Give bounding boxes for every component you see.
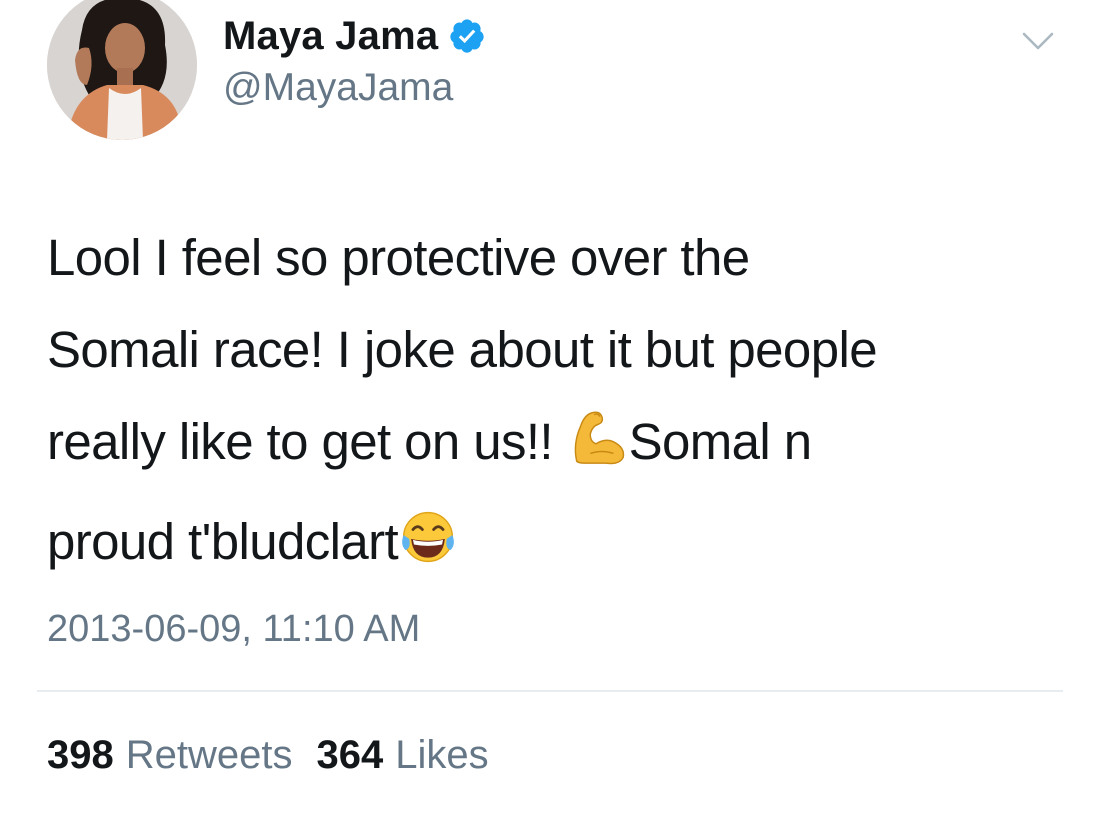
user-handle[interactable]: @MayaJama [223, 66, 453, 110]
divider [37, 690, 1063, 692]
retweets-stat[interactable]: 398 Retweets [47, 733, 293, 778]
tweet-text-segment: really like to get on us!! [47, 413, 567, 470]
flexed-biceps-icon [567, 404, 629, 496]
tweet-text-segment: proud t'bludclart [47, 513, 399, 570]
verified-badge-icon [448, 17, 486, 55]
tweet-text-line: proud t'bludclart [47, 496, 1057, 596]
display-name[interactable]: Maya Jama [223, 14, 438, 59]
chevron-down-icon[interactable] [1018, 26, 1058, 56]
retweets-label: Retweets [125, 733, 293, 777]
author-name-row: Maya Jama [223, 12, 486, 60]
face-with-tears-of-joy-icon [398, 504, 458, 596]
avatar-image [47, 0, 197, 140]
tweet-timestamp[interactable]: 2013-06-09, 11:10 AM [47, 608, 420, 651]
tweet-text-line: really like to get on us!! Somal n [47, 396, 1057, 496]
likes-label: Likes [395, 733, 489, 777]
tweet-stats: 398 Retweets 364 Likes [47, 733, 513, 778]
tweet: Maya Jama @MayaJama Lool I feel so prote… [0, 0, 1100, 818]
likes-count: 364 [316, 733, 384, 777]
tweet-text-line: Somali race! I joke about it but people [47, 321, 878, 378]
tweet-text-line: Lool I feel so protective over the [47, 229, 750, 286]
tweet-text: Lool I feel so protective over the Somal… [47, 212, 1057, 596]
avatar[interactable] [47, 0, 197, 140]
likes-stat[interactable]: 364 Likes [317, 733, 489, 778]
tweet-text-segment: Somal n [628, 413, 813, 470]
retweets-count: 398 [47, 733, 114, 777]
